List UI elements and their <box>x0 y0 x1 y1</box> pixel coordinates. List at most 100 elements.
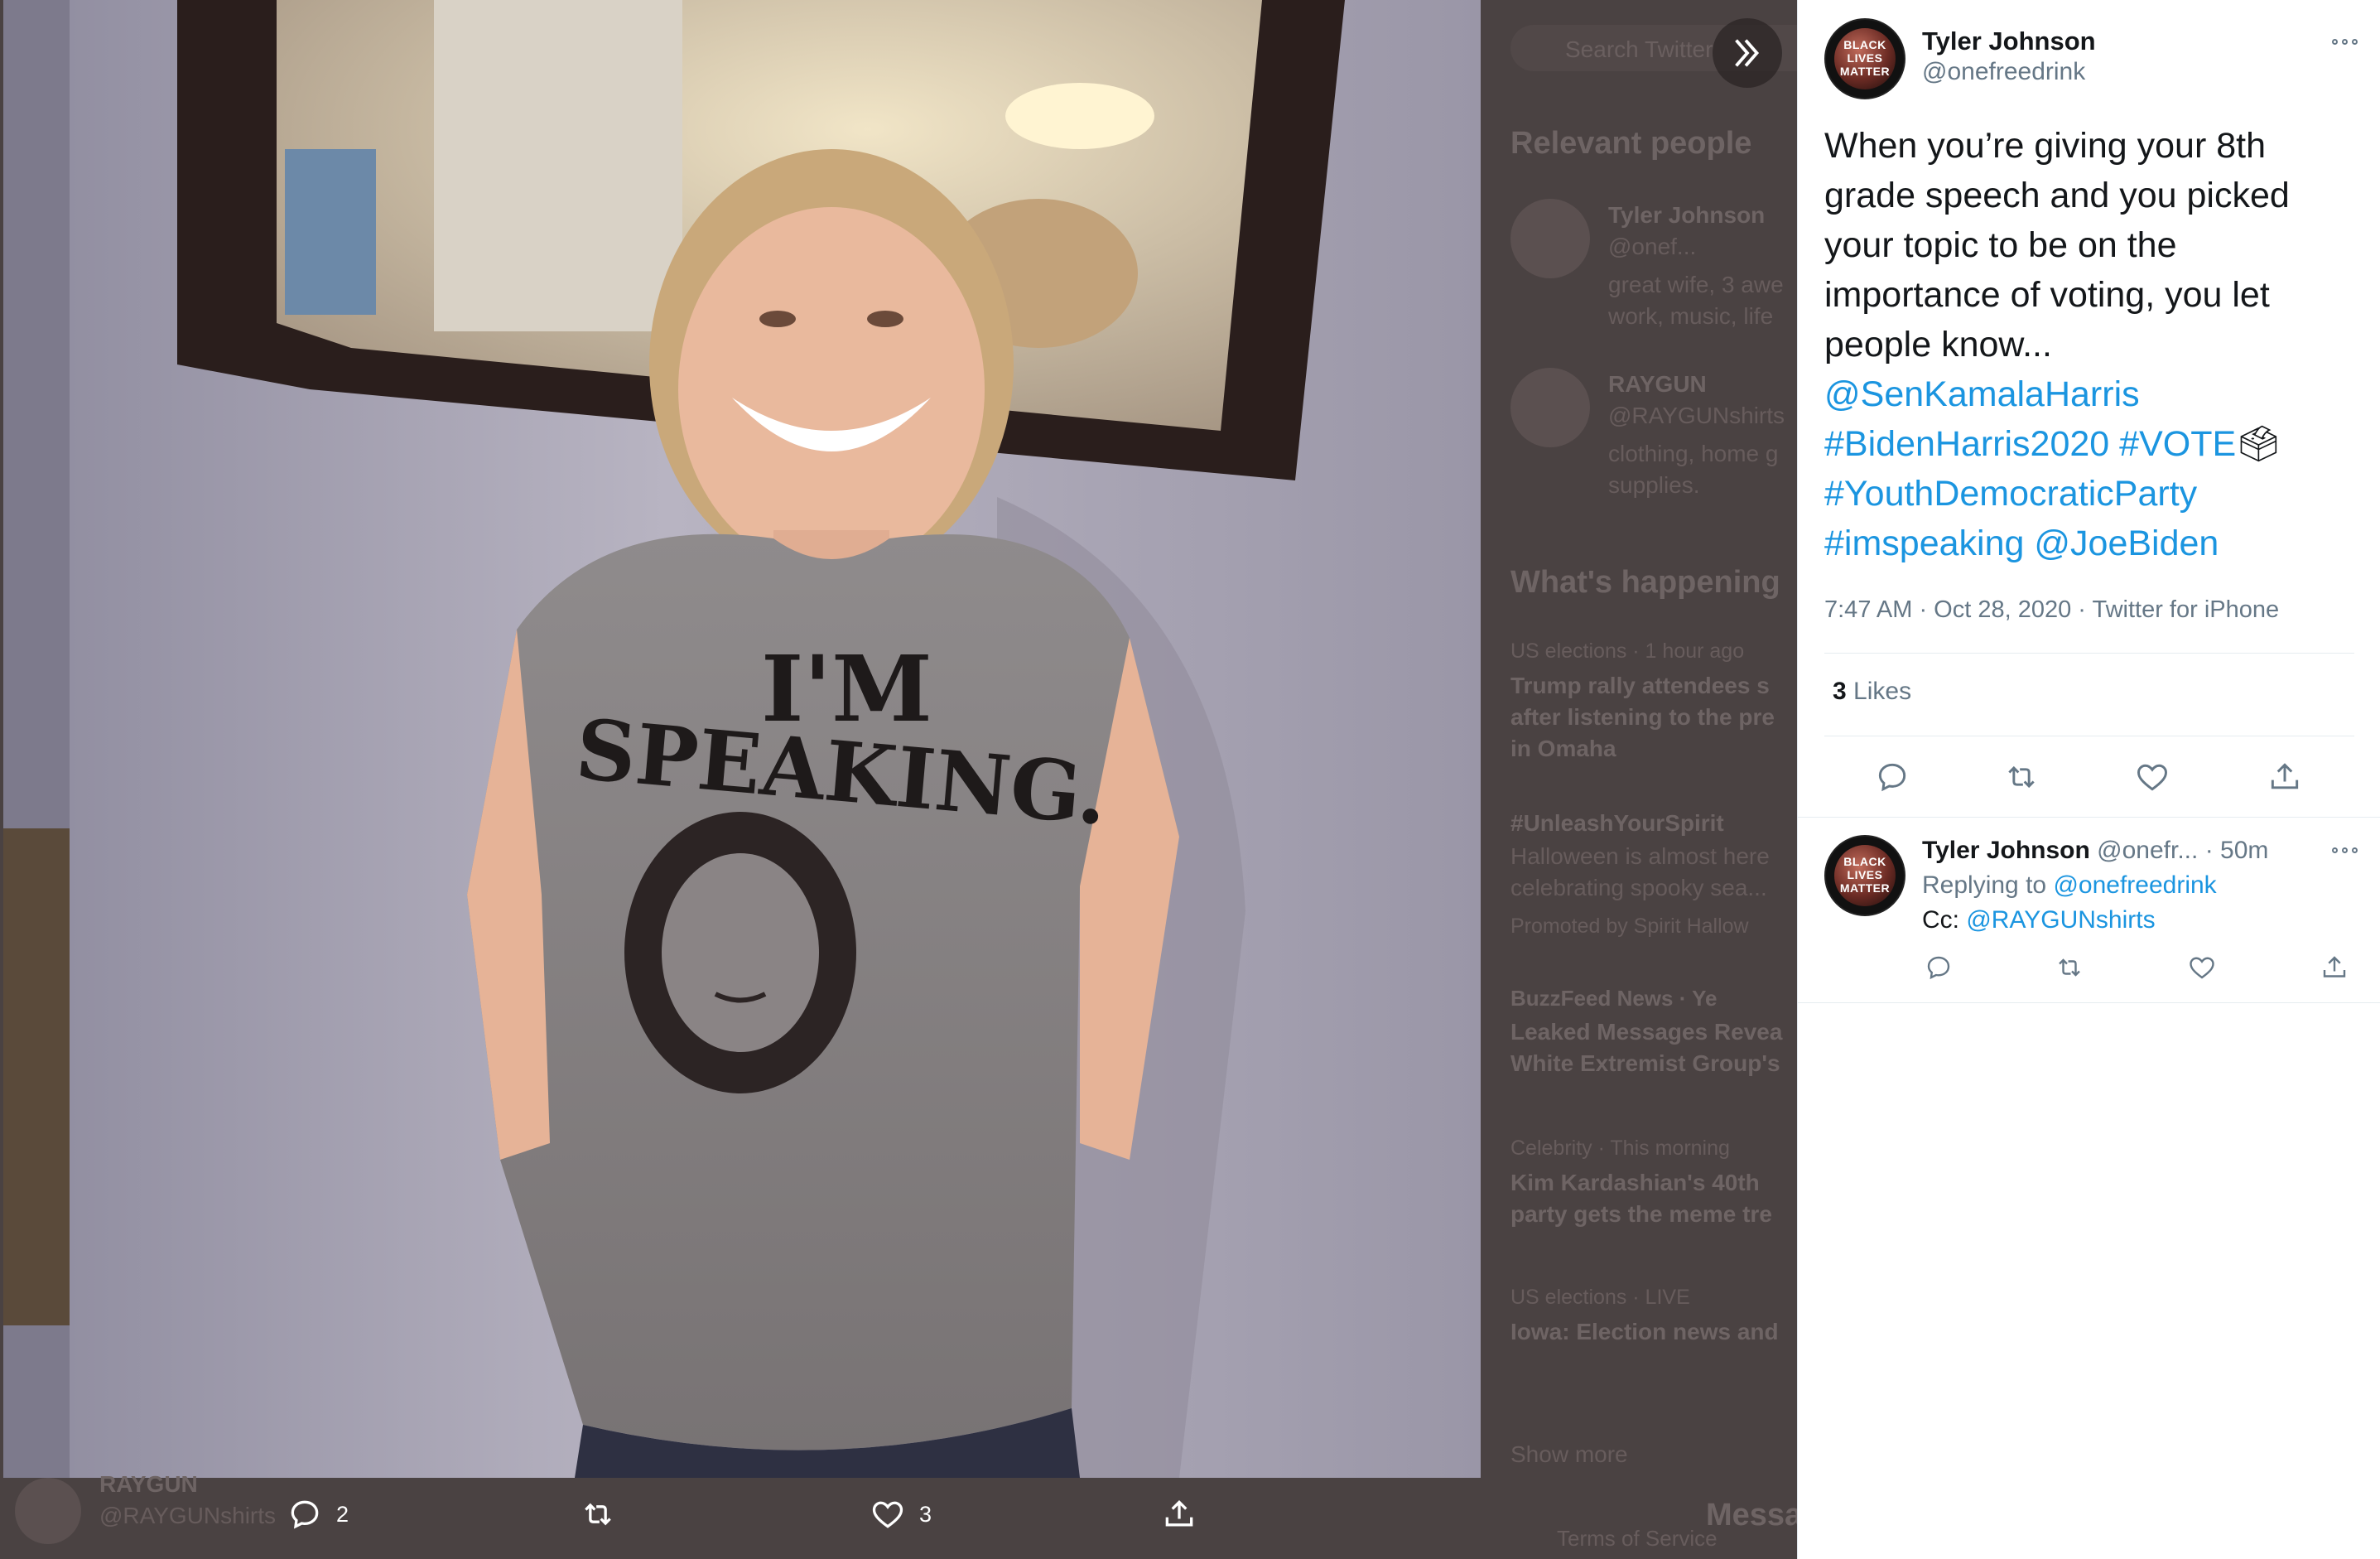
reply-author-handle[interactable]: @onefr... <box>2097 837 2198 864</box>
background-user-handle: @RAYGUNshirts <box>99 1503 277 1528</box>
background-person-handle: @onef... <box>1608 234 1697 259</box>
dot-icon <box>2341 38 2348 45</box>
trend-meta: US elections · 1 hour ago <box>1510 640 1745 663</box>
trend-title: White Extremist Group's <box>1510 1050 1780 1076</box>
trend-meta: Celebrity · This morning <box>1510 1137 1730 1160</box>
trend-title: Iowa: Election news and <box>1510 1319 1779 1344</box>
background-person-bio: work, music, life <box>1608 303 1774 329</box>
replying-to-line: Replying to @onefreedrink <box>1922 871 2217 900</box>
media-share-button[interactable] <box>1161 1496 1197 1532</box>
background-person-bio: clothing, home g <box>1608 441 1779 466</box>
divider <box>1824 653 2354 654</box>
reply-icon <box>1927 956 1950 980</box>
reply-button[interactable] <box>1874 759 1910 795</box>
heart-icon <box>2137 764 2167 791</box>
retweet-icon <box>2059 958 2080 977</box>
share-icon <box>2271 763 2299 789</box>
media-action-bar: RAYGUN @RAYGUNshirts 2 3 <box>0 1471 1797 1559</box>
reply-reply-button[interactable] <box>1924 953 1954 982</box>
heart-icon <box>872 1501 903 1528</box>
media-like-count: 3 <box>919 1501 932 1527</box>
dot-icon <box>2331 847 2338 853</box>
background-user-name: RAYGUN <box>99 1471 198 1497</box>
reply-share-button[interactable] <box>2320 953 2349 982</box>
dot-icon <box>2351 38 2358 45</box>
tweet-detail-panel: BLACK LIVES MATTER Tyler Johnson @onefre… <box>1797 0 2380 1559</box>
background-avatar <box>1510 199 1590 278</box>
tweet-text: When you’re giving your 8th grade speech… <box>1824 121 2354 568</box>
tweet-text-line: When you’re giving your 8th <box>1824 126 2267 166</box>
background-search-placeholder: Search Twitter <box>1565 36 1713 62</box>
media-reply-count: 2 <box>336 1501 349 1527</box>
replying-to-handle[interactable]: @onefreedrink <box>2053 871 2216 899</box>
trend-title: Kim Kardashian's 40th <box>1510 1170 1760 1195</box>
trend-meta: BuzzFeed News · Ye <box>1510 986 1718 1011</box>
reply-author-name[interactable]: Tyler Johnson <box>1922 837 2090 864</box>
trend-title: Leaked Messages Revea <box>1510 1019 1783 1045</box>
background-person-name: RAYGUN <box>1608 371 1707 397</box>
dot-icon <box>2341 847 2348 853</box>
likes-link[interactable]: 3 Likes <box>1833 678 1911 706</box>
replying-to-label: Replying to <box>1922 871 2047 899</box>
retweet-button[interactable] <box>2003 759 2040 795</box>
divider <box>1798 1002 2380 1003</box>
background-person-handle: @RAYGUNshirts <box>1608 403 1785 428</box>
retweet-icon <box>585 1503 611 1526</box>
retweet-icon <box>2008 765 2035 789</box>
trend-title: after listening to the pre <box>1510 704 1775 730</box>
background-person-bio: great wife, 3 awe <box>1608 272 1784 297</box>
reply-author-avatar[interactable]: BLACK LIVES MATTER <box>1824 835 1905 916</box>
background-sidebar: Search Twitter Relevant people Tyler Joh… <box>1474 0 1842 1559</box>
likes-count: 3 <box>1833 678 1847 705</box>
like-button[interactable] <box>2134 759 2170 795</box>
more-options-button[interactable] <box>2328 33 2361 50</box>
hashtag-link[interactable]: #imspeaking <box>1824 524 2024 563</box>
tweet-photo: I'M SPEAKING. <box>3 0 1481 1478</box>
collapse-panel-button[interactable] <box>1713 18 1782 88</box>
dot-icon <box>2351 847 2358 853</box>
media-like-button[interactable]: 3 <box>870 1496 932 1532</box>
media-retweet-button[interactable] <box>580 1496 629 1532</box>
hashtag-link[interactable]: #BidenHarris2020 <box>1824 424 2109 464</box>
reply-time[interactable]: · 50m <box>2205 837 2269 864</box>
tweet-text-line: importance of voting, you let <box>1824 275 2270 315</box>
trend-promoted: Promoted by Spirit Hallow <box>1510 915 1749 938</box>
reply-cc-handle[interactable]: @RAYGUNshirts <box>1966 906 2155 934</box>
reply-header: Tyler Johnson @onefr... · 50m <box>1922 837 2268 865</box>
media-reply-button[interactable]: 2 <box>287 1496 349 1532</box>
trend-title: in Omaha <box>1510 736 1616 761</box>
trend-desc: Halloween is almost here <box>1510 843 1770 869</box>
reply-cc-label: Cc: <box>1922 906 1959 934</box>
reply-like-button[interactable] <box>2187 953 2217 982</box>
trend-title: Trump rally attendees s <box>1510 673 1770 698</box>
reply-more-options-button[interactable] <box>2328 842 2361 858</box>
author-name[interactable]: Tyler Johnson <box>1922 27 2096 56</box>
background-avatar <box>1510 368 1590 447</box>
heart-icon <box>2190 957 2214 979</box>
hashtag-link[interactable]: #YouthDemocraticParty <box>1824 474 2197 514</box>
tweet-timestamp[interactable]: 7:47 AM · Oct 28, 2020 · Twitter for iPh… <box>1824 596 2279 624</box>
background-search-box: Search Twitter <box>1510 25 1842 71</box>
hashtag-link[interactable]: #VOTE <box>2119 424 2236 464</box>
reply-icon <box>1878 763 1906 792</box>
mention-link[interactable]: @JoeBiden <box>2034 524 2219 563</box>
relevant-people-heading: Relevant people <box>1510 126 1752 161</box>
avatar-text: BLACK LIVES MATTER <box>1839 855 1891 895</box>
reply-retweet-button[interactable] <box>2055 953 2084 982</box>
trend-title: #UnleashYourSpirit <box>1510 810 1724 836</box>
dot-icon <box>2331 38 2338 45</box>
avatar-text: BLACK LIVES MATTER <box>1839 38 1891 78</box>
author-avatar[interactable]: BLACK LIVES MATTER <box>1824 18 1905 99</box>
background-person-bio: supplies. <box>1608 472 1700 498</box>
likes-label: Likes <box>1853 678 1912 705</box>
whats-happening-heading: What's happening <box>1510 565 1780 600</box>
reply-icon <box>291 1500 319 1529</box>
share-button[interactable] <box>2267 759 2303 795</box>
share-icon <box>1165 1499 1193 1527</box>
trend-title: party gets the meme tre <box>1510 1201 1772 1227</box>
author-handle[interactable]: @onefreedrink <box>1922 58 2085 86</box>
trend-desc: celebrating spooky sea... <box>1510 875 1767 900</box>
divider <box>1798 817 2380 818</box>
mention-link[interactable]: @SenKamalaHarris <box>1824 374 2140 414</box>
show-more-link: Show more <box>1510 1441 1628 1467</box>
